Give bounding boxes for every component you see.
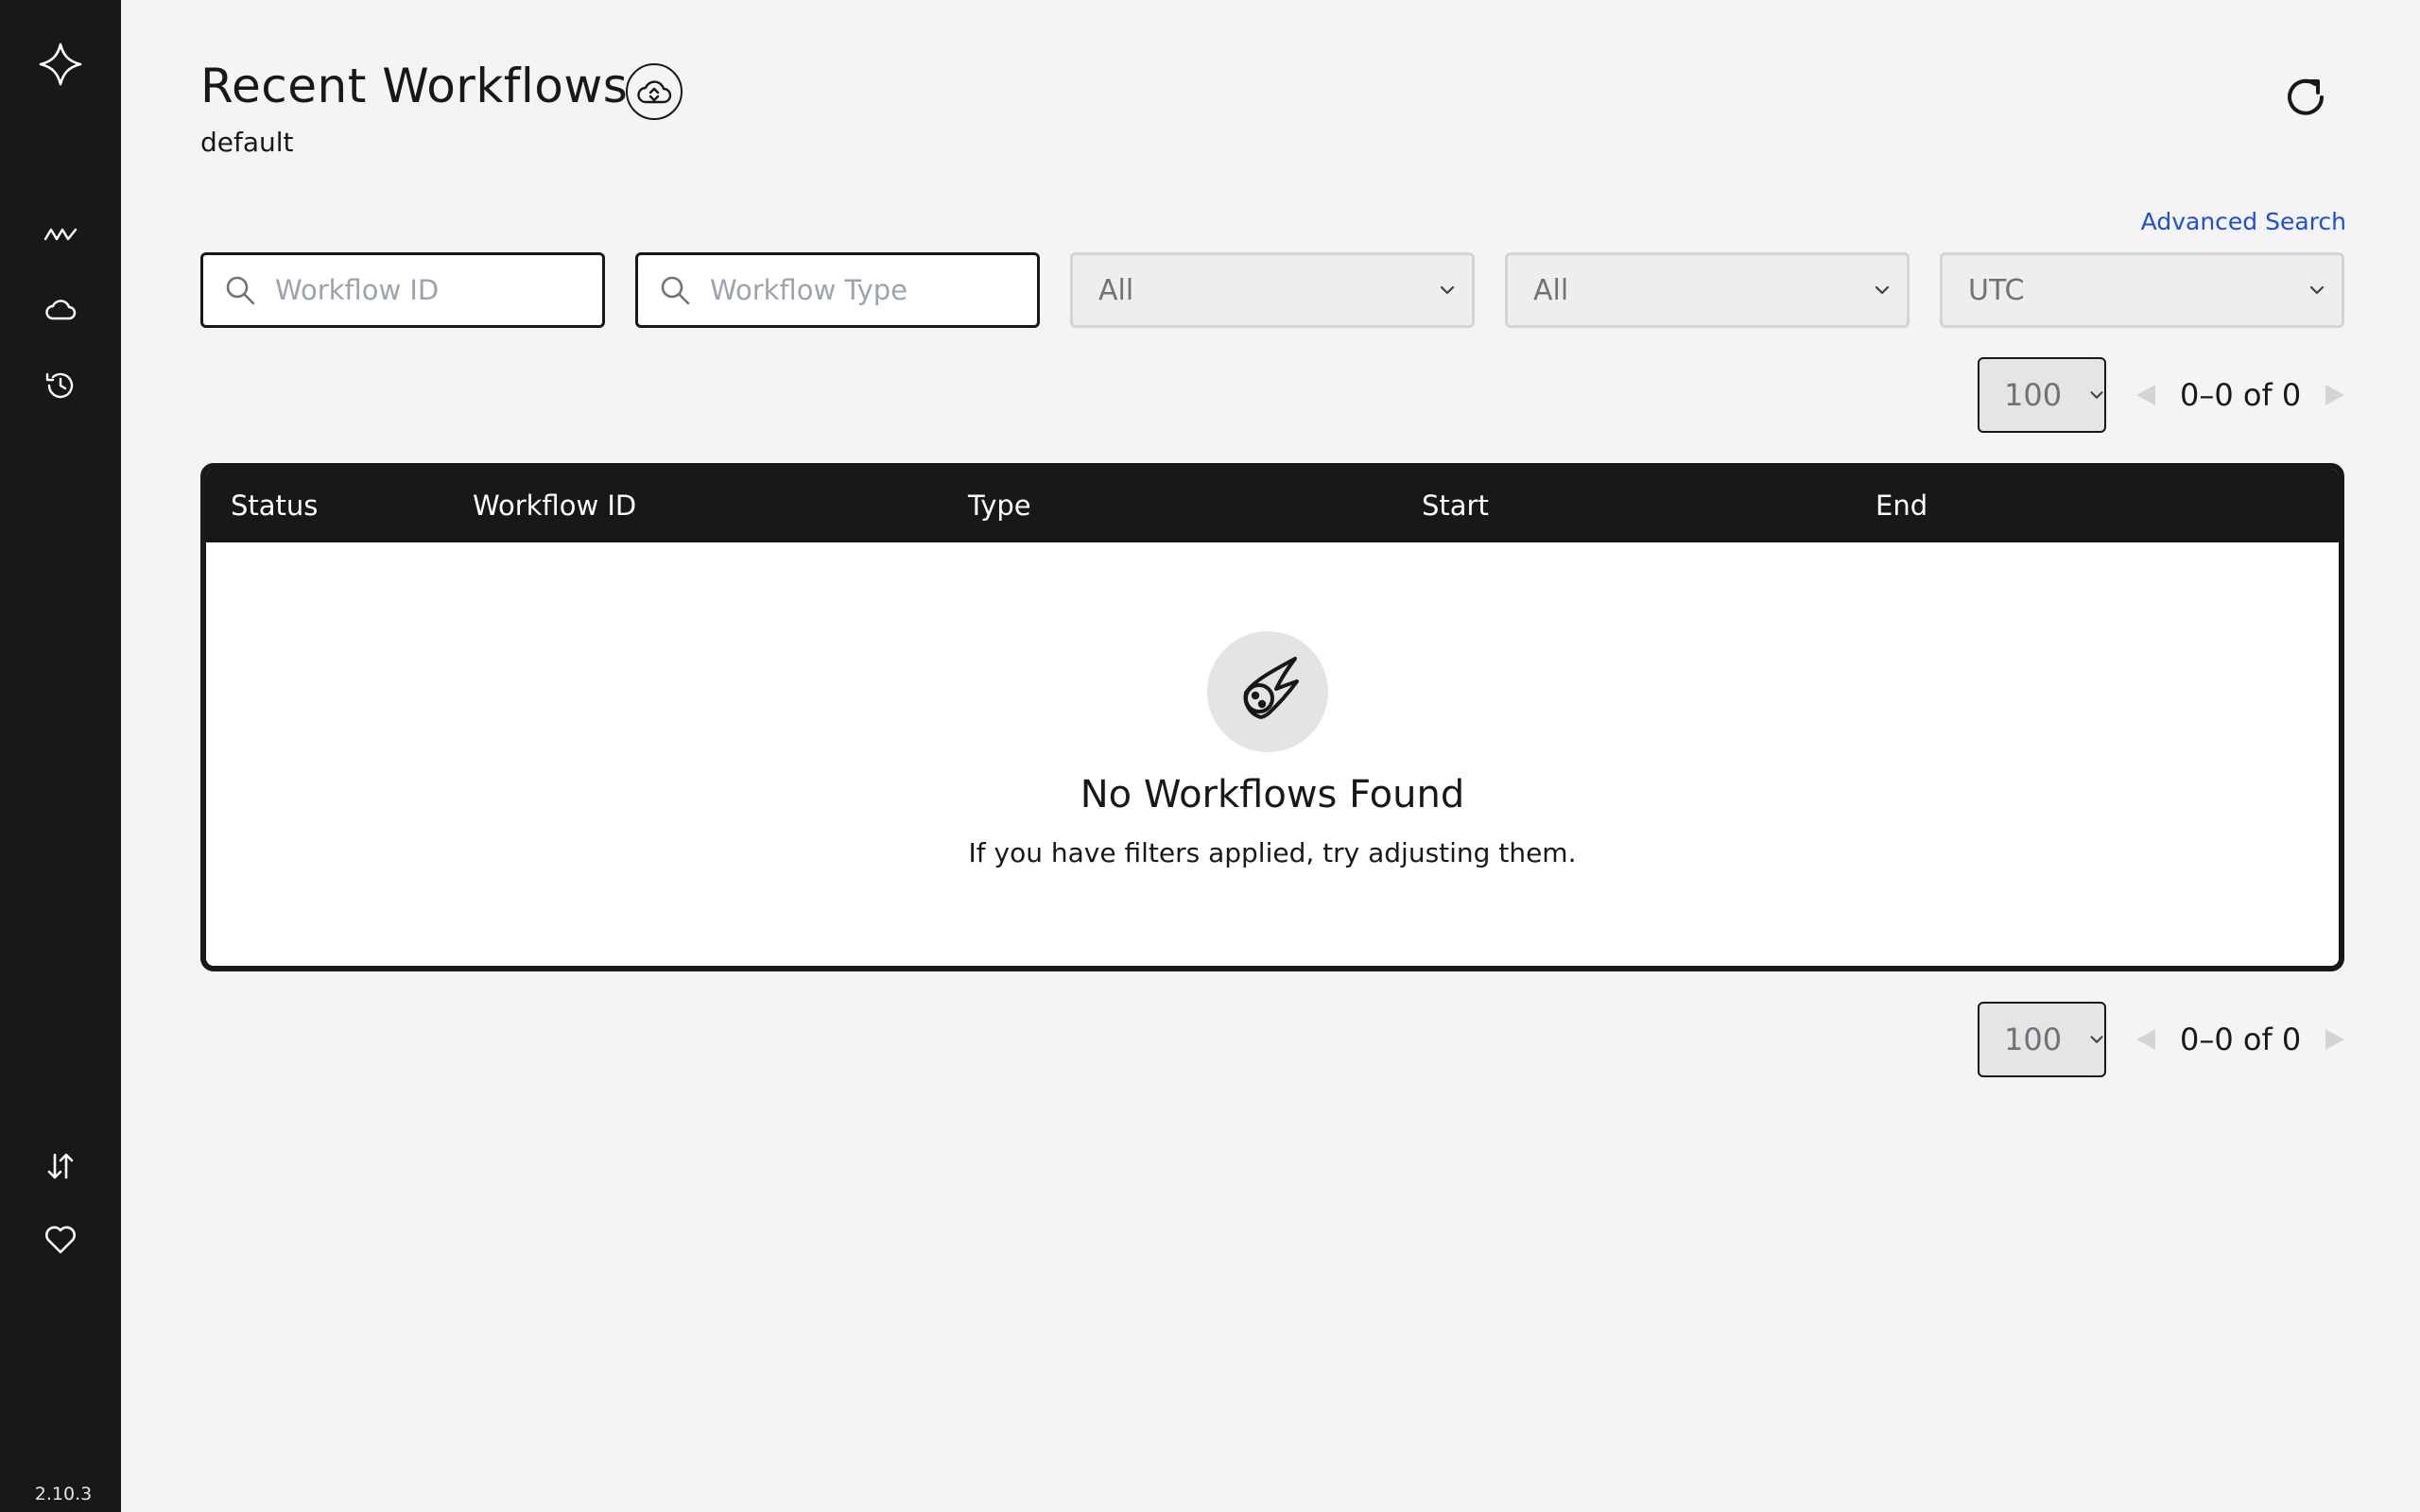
page-size-select[interactable]: 100 (1978, 1002, 2106, 1077)
page-title: Recent Workflows (200, 59, 629, 113)
timezone-value: UTC (1968, 273, 2025, 307)
time-range-value: All (1533, 273, 1569, 307)
execution-status-value: All (1098, 273, 1134, 307)
pagination-range: 0–0 of 0 (2180, 377, 2302, 413)
empty-state-title: No Workflows Found (1080, 773, 1465, 816)
column-header-type: Type (968, 490, 1031, 522)
column-header-end: End (1876, 490, 1928, 522)
workflow-type-input[interactable] (708, 273, 995, 307)
page-size-value: 100 (2004, 377, 2063, 413)
comet-icon (1207, 631, 1328, 752)
chevron-down-icon (2086, 385, 2107, 405)
advanced-search-link[interactable]: Advanced Search (2141, 208, 2346, 235)
workflow-id-filter (200, 252, 605, 328)
column-header-workflow-id: Workflow ID (473, 490, 637, 522)
timezone-select[interactable]: UTC (1940, 252, 2344, 328)
next-page-button[interactable] (2324, 1027, 2346, 1052)
search-icon (659, 274, 691, 306)
triangle-left-icon (2136, 385, 2155, 405)
pagination-top: 100 0–0 of 0 (1978, 357, 2346, 433)
chevron-down-icon (1436, 279, 1459, 301)
previous-page-button[interactable] (2135, 383, 2157, 407)
chevron-down-icon (1871, 279, 1893, 301)
pagination-range: 0–0 of 0 (2180, 1022, 2302, 1057)
page-size-value: 100 (2004, 1022, 2063, 1057)
cloud-icon[interactable] (0, 291, 121, 329)
workflow-id-input[interactable] (273, 273, 561, 307)
next-page-button[interactable] (2324, 383, 2346, 407)
chevron-down-icon (2086, 1029, 2107, 1050)
app-version: 2.10.3 (34, 1484, 93, 1504)
time-range-select[interactable]: All (1505, 252, 1910, 328)
refresh-button[interactable] (2280, 72, 2331, 123)
namespace-switcher-button[interactable] (626, 63, 683, 120)
execution-status-select[interactable]: All (1070, 252, 1475, 328)
column-header-status: Status (231, 490, 319, 522)
main-content: Recent Workflows default Advanced Search (121, 0, 2420, 1512)
triangle-right-icon (2325, 385, 2345, 405)
heart-icon[interactable] (0, 1219, 121, 1261)
workflow-type-filter (635, 252, 1040, 328)
pulse-icon[interactable] (0, 215, 121, 253)
column-header-start: Start (1422, 490, 1489, 522)
sort-arrows-icon[interactable] (0, 1145, 121, 1187)
empty-state-description: If you have filters applied, try adjusti… (968, 837, 1577, 868)
previous-page-button[interactable] (2135, 1027, 2157, 1052)
namespace-name: default (200, 127, 294, 158)
workflows-table: Status Workflow ID Type Start End No Wor… (200, 463, 2344, 971)
history-icon[interactable] (0, 365, 121, 406)
chevron-down-icon (2306, 279, 2328, 301)
table-header: Status Workflow ID Type Start End (206, 469, 2339, 542)
sidebar: 2.10.3 (0, 0, 121, 1512)
triangle-left-icon (2136, 1029, 2155, 1050)
search-icon (224, 274, 256, 306)
cloud-sync-icon (637, 80, 672, 104)
temporal-logo-icon[interactable] (0, 38, 121, 91)
triangle-right-icon (2325, 1029, 2345, 1050)
pagination-bottom: 100 0–0 of 0 (1978, 1002, 2346, 1077)
refresh-icon (2288, 78, 2324, 115)
page-size-select[interactable]: 100 (1978, 357, 2106, 433)
